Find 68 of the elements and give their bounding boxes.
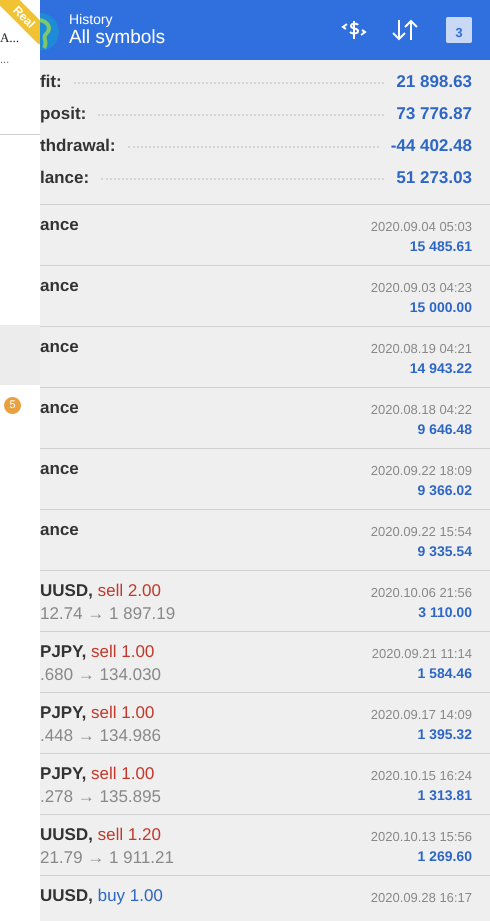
deal-row[interactable]: UUSD, sell 1.20 21.79 → 1 911.21 2020.10.13 15:56 1 269.60 [40,815,490,876]
deal-row[interactable]: ance 2020.09.04 05:03 15 485.61 [40,205,490,266]
deal-amount: 1 313.81 [418,787,472,803]
deal-title: PJPY, sell 1.00 [40,703,156,723]
deal-time: 2020.10.13 15:56 [370,829,472,844]
deal-time: 2020.09.22 18:09 [370,463,472,478]
account-name: A... [0,30,20,46]
account-detail: ... [0,54,10,66]
deal-row[interactable]: PJPY, sell 1.00 .680 → 134.030 2020.09.21 11:14 1 584.46 [40,632,490,693]
deal-amount: 15 485.61 [410,238,472,254]
deal-prices: 21.79 → 1 911.21 [40,848,174,868]
summary-label: posit: [40,104,86,124]
deal-amount: 9 646.48 [418,421,472,437]
deal-title: UUSD, buy 1.00 [40,886,163,906]
deal-prices: .680 → 134.030 [40,665,161,685]
deal-amount: 1 269.60 [418,848,472,864]
deal-amount: 14 943.22 [410,360,472,376]
deal-time: 2020.10.06 21:56 [370,585,472,600]
summary-value: 51 273.03 [396,168,472,188]
deal-time: 2020.10.15 16:24 [370,768,472,783]
deal-title: UUSD, sell 1.20 [40,825,162,845]
deal-title: UUSD, sell 2.00 [40,581,162,601]
deal-row[interactable]: ance 2020.09.03 04:23 15 000.00 [40,266,490,327]
summary-value: 21 898.63 [396,72,472,92]
deal-amount: 1 395.32 [418,726,472,742]
deal-time: 2020.08.18 04:22 [370,402,472,417]
deal-amount: 9 366.02 [418,482,472,498]
summary-label: fit: [40,72,62,92]
deal-time: 2020.09.22 15:54 [370,524,472,539]
deal-row[interactable]: PJPY, sell 1.00 .278 → 135.895 2020.10.15 16:24 1 313.81 [40,754,490,815]
deal-row[interactable]: UUSD, buy 1.00 2020.09.28 16:17 [40,876,490,921]
deal-type: ance [40,276,79,296]
deal-amount: 9 335.54 [418,543,472,559]
deal-title: PJPY, sell 1.00 [40,764,156,784]
deal-type: ance [40,398,79,418]
symbols-filter[interactable]: All symbols [69,27,318,49]
summary-label: thdrawal: [40,136,116,156]
header-title: History [69,11,114,27]
deal-row[interactable]: ance 2020.09.22 15:54 9 335.54 [40,510,490,571]
count-badge: 5 [4,396,21,414]
deal-title: PJPY, sell 1.00 [40,642,156,662]
deal-prices: 12.74 → 1 897.19 [40,604,176,624]
deal-amount: 15 000.00 [410,299,472,315]
deal-time: 2020.08.19 04:21 [370,341,472,356]
deal-amount: 1 584.46 [418,665,472,681]
deal-row[interactable]: ance 2020.08.18 04:22 9 646.48 [40,388,490,449]
deal-type: ance [40,520,79,540]
deal-time: 2020.09.21 11:14 [372,646,472,661]
sort-icon[interactable] [390,18,420,42]
deal-amount: 3 110.00 [418,604,472,620]
summary-value: -44 402.48 [390,136,472,156]
deal-type: ance [40,215,79,235]
deal-type: ance [40,337,79,357]
summary-value: 73 776.87 [396,104,472,124]
deal-time: 2020.09.03 04:23 [370,280,472,295]
deal-row[interactable]: ance 2020.09.22 18:09 9 366.02 [40,449,490,510]
globe-icon [40,10,60,50]
summary-label: lance: [40,168,90,188]
currency-exchange-icon[interactable] [340,18,368,42]
deal-row[interactable]: PJPY, sell 1.00 .448 → 134.986 2020.09.17 14:09 1 395.32 [40,693,490,754]
deal-row[interactable]: UUSD, sell 2.00 12.74 → 1 897.19 2020.10.06 21:56 3 110.00 [40,571,490,632]
deal-time: 2020.09.04 05:03 [370,219,472,234]
deal-time: 2020.09.28 16:17 [370,890,472,905]
deal-time: 2020.09.17 14:09 [370,707,472,722]
deal-row[interactable]: ance 2020.08.19 04:21 14 943.22 [40,327,490,388]
deal-prices: .278 → 135.895 [40,787,161,807]
deal-prices: .448 → 134.986 [40,726,161,746]
deal-type: ance [40,459,79,479]
